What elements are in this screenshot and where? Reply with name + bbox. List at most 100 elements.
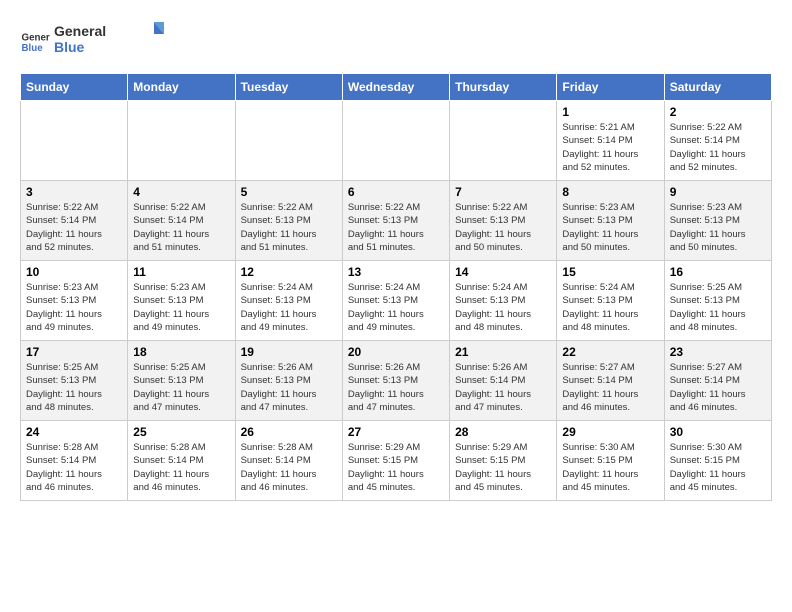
day-info: Sunrise: 5:23 AMSunset: 5:13 PMDaylight:… bbox=[670, 201, 766, 254]
logo-icon: General Blue bbox=[20, 27, 50, 57]
day-number: 28 bbox=[455, 425, 551, 439]
day-cell: 30Sunrise: 5:30 AMSunset: 5:15 PMDayligh… bbox=[664, 421, 771, 501]
day-info: Sunrise: 5:28 AMSunset: 5:14 PMDaylight:… bbox=[26, 441, 122, 494]
week-row-3: 10 Sunrise: 5:23 AMSunset: 5:13 PMDayligh… bbox=[21, 261, 772, 341]
header-row: SundayMondayTuesdayWednesdayThursdayFrid… bbox=[21, 74, 772, 101]
day-info: Sunrise: 5:23 AMSunset: 5:13 PMDaylight:… bbox=[562, 201, 658, 254]
day-number: 9 bbox=[670, 185, 766, 199]
day-cell: 13Sunrise: 5:24 AMSunset: 5:13 PMDayligh… bbox=[342, 261, 449, 341]
day-cell: 14 Sunrise: 5:24 AMSunset: 5:13 PMDayligh… bbox=[450, 261, 557, 341]
day-info: Sunrise: 5:28 AMSunset: 5:14 PMDaylight:… bbox=[133, 441, 229, 494]
day-number: 19 bbox=[241, 345, 337, 359]
day-cell: 20 Sunrise: 5:26 AMSunset: 5:13 PMDayligh… bbox=[342, 341, 449, 421]
day-cell: 3Sunrise: 5:22 AMSunset: 5:14 PMDaylight… bbox=[21, 181, 128, 261]
day-number: 11 bbox=[133, 265, 229, 279]
day-cell bbox=[21, 101, 128, 181]
day-cell: 17Sunrise: 5:25 AMSunset: 5:13 PMDayligh… bbox=[21, 341, 128, 421]
day-cell: 19 Sunrise: 5:26 AMSunset: 5:13 PMDayligh… bbox=[235, 341, 342, 421]
col-header-monday: Monday bbox=[128, 74, 235, 101]
day-cell: 21Sunrise: 5:26 AMSunset: 5:14 PMDayligh… bbox=[450, 341, 557, 421]
day-number: 7 bbox=[455, 185, 551, 199]
day-info: Sunrise: 5:22 AMSunset: 5:14 PMDaylight:… bbox=[670, 121, 766, 174]
col-header-wednesday: Wednesday bbox=[342, 74, 449, 101]
day-cell: 15 Sunrise: 5:24 AMSunset: 5:13 PMDayligh… bbox=[557, 261, 664, 341]
day-info: Sunrise: 5:25 AMSunset: 5:13 PMDaylight:… bbox=[670, 281, 766, 334]
day-info: Sunrise: 5:24 AMSunset: 5:13 PMDaylight:… bbox=[562, 281, 658, 334]
day-cell: 9 Sunrise: 5:23 AMSunset: 5:13 PMDaylight… bbox=[664, 181, 771, 261]
day-number: 3 bbox=[26, 185, 122, 199]
day-cell: 4Sunrise: 5:22 AMSunset: 5:14 PMDaylight… bbox=[128, 181, 235, 261]
week-row-2: 3Sunrise: 5:22 AMSunset: 5:14 PMDaylight… bbox=[21, 181, 772, 261]
day-cell bbox=[128, 101, 235, 181]
day-number: 5 bbox=[241, 185, 337, 199]
day-number: 1 bbox=[562, 105, 658, 119]
day-info: Sunrise: 5:30 AMSunset: 5:15 PMDaylight:… bbox=[670, 441, 766, 494]
day-number: 10 bbox=[26, 265, 122, 279]
day-info: Sunrise: 5:25 AMSunset: 5:13 PMDaylight:… bbox=[133, 361, 229, 414]
day-number: 15 bbox=[562, 265, 658, 279]
day-number: 18 bbox=[133, 345, 229, 359]
day-cell: 26 Sunrise: 5:28 AMSunset: 5:14 PMDayligh… bbox=[235, 421, 342, 501]
svg-text:Blue: Blue bbox=[22, 43, 44, 54]
calendar-table: SundayMondayTuesdayWednesdayThursdayFrid… bbox=[20, 73, 772, 501]
day-cell: 5 Sunrise: 5:22 AMSunset: 5:13 PMDaylight… bbox=[235, 181, 342, 261]
logo-svg: General Blue bbox=[54, 20, 164, 58]
day-info: Sunrise: 5:22 AMSunset: 5:13 PMDaylight:… bbox=[348, 201, 444, 254]
day-cell: 22 Sunrise: 5:27 AMSunset: 5:14 PMDayligh… bbox=[557, 341, 664, 421]
day-cell: 12 Sunrise: 5:24 AMSunset: 5:13 PMDayligh… bbox=[235, 261, 342, 341]
day-info: Sunrise: 5:27 AMSunset: 5:14 PMDaylight:… bbox=[670, 361, 766, 414]
day-info: Sunrise: 5:21 AMSunset: 5:14 PMDaylight:… bbox=[562, 121, 658, 174]
day-number: 22 bbox=[562, 345, 658, 359]
day-number: 12 bbox=[241, 265, 337, 279]
day-number: 4 bbox=[133, 185, 229, 199]
day-info: Sunrise: 5:26 AMSunset: 5:13 PMDaylight:… bbox=[241, 361, 337, 414]
day-number: 6 bbox=[348, 185, 444, 199]
day-info: Sunrise: 5:29 AMSunset: 5:15 PMDaylight:… bbox=[348, 441, 444, 494]
day-info: Sunrise: 5:23 AMSunset: 5:13 PMDaylight:… bbox=[26, 281, 122, 334]
day-info: Sunrise: 5:22 AMSunset: 5:13 PMDaylight:… bbox=[455, 201, 551, 254]
day-info: Sunrise: 5:24 AMSunset: 5:13 PMDaylight:… bbox=[348, 281, 444, 334]
page-header: General Blue General Blue bbox=[20, 20, 772, 63]
day-number: 23 bbox=[670, 345, 766, 359]
day-info: Sunrise: 5:29 AMSunset: 5:15 PMDaylight:… bbox=[455, 441, 551, 494]
day-cell: 6 Sunrise: 5:22 AMSunset: 5:13 PMDaylight… bbox=[342, 181, 449, 261]
day-cell: 2Sunrise: 5:22 AMSunset: 5:14 PMDaylight… bbox=[664, 101, 771, 181]
col-header-thursday: Thursday bbox=[450, 74, 557, 101]
week-row-5: 24 Sunrise: 5:28 AMSunset: 5:14 PMDayligh… bbox=[21, 421, 772, 501]
week-row-4: 17 Sunrise: 5:25 AMSunset: 5:13 PMDayligh… bbox=[21, 341, 772, 421]
svg-text:Blue: Blue bbox=[54, 39, 85, 55]
day-cell: 7 Sunrise: 5:22 AMSunset: 5:13 PMDaylight… bbox=[450, 181, 557, 261]
day-cell: 27Sunrise: 5:29 AMSunset: 5:15 PMDayligh… bbox=[342, 421, 449, 501]
day-info: Sunrise: 5:26 AMSunset: 5:14 PMDaylight:… bbox=[455, 361, 551, 414]
day-number: 26 bbox=[241, 425, 337, 439]
day-info: Sunrise: 5:30 AMSunset: 5:15 PMDaylight:… bbox=[562, 441, 658, 494]
day-cell: 28 Sunrise: 5:29 AMSunset: 5:15 PMDayligh… bbox=[450, 421, 557, 501]
day-cell bbox=[235, 101, 342, 181]
day-info: Sunrise: 5:24 AMSunset: 5:13 PMDaylight:… bbox=[241, 281, 337, 334]
day-number: 20 bbox=[348, 345, 444, 359]
day-cell: 25Sunrise: 5:28 AMSunset: 5:14 PMDayligh… bbox=[128, 421, 235, 501]
day-cell: 11Sunrise: 5:23 AMSunset: 5:13 PMDayligh… bbox=[128, 261, 235, 341]
day-number: 17 bbox=[26, 345, 122, 359]
day-info: Sunrise: 5:26 AMSunset: 5:13 PMDaylight:… bbox=[348, 361, 444, 414]
day-info: Sunrise: 5:24 AMSunset: 5:13 PMDaylight:… bbox=[455, 281, 551, 334]
day-cell: 23 Sunrise: 5:27 AMSunset: 5:14 PMDayligh… bbox=[664, 341, 771, 421]
col-header-saturday: Saturday bbox=[664, 74, 771, 101]
col-header-tuesday: Tuesday bbox=[235, 74, 342, 101]
day-info: Sunrise: 5:22 AMSunset: 5:13 PMDaylight:… bbox=[241, 201, 337, 254]
day-cell bbox=[342, 101, 449, 181]
week-row-1: 1 Sunrise: 5:21 AMSunset: 5:14 PMDaylight… bbox=[21, 101, 772, 181]
day-number: 14 bbox=[455, 265, 551, 279]
col-header-friday: Friday bbox=[557, 74, 664, 101]
day-cell: 16 Sunrise: 5:25 AMSunset: 5:13 PMDayligh… bbox=[664, 261, 771, 341]
day-info: Sunrise: 5:27 AMSunset: 5:14 PMDaylight:… bbox=[562, 361, 658, 414]
day-cell: 1 Sunrise: 5:21 AMSunset: 5:14 PMDaylight… bbox=[557, 101, 664, 181]
logo: General Blue General Blue bbox=[20, 20, 164, 63]
day-cell: 8Sunrise: 5:23 AMSunset: 5:13 PMDaylight… bbox=[557, 181, 664, 261]
day-cell bbox=[450, 101, 557, 181]
day-info: Sunrise: 5:28 AMSunset: 5:14 PMDaylight:… bbox=[241, 441, 337, 494]
day-cell: 18 Sunrise: 5:25 AMSunset: 5:13 PMDayligh… bbox=[128, 341, 235, 421]
day-number: 29 bbox=[562, 425, 658, 439]
day-number: 24 bbox=[26, 425, 122, 439]
day-number: 16 bbox=[670, 265, 766, 279]
